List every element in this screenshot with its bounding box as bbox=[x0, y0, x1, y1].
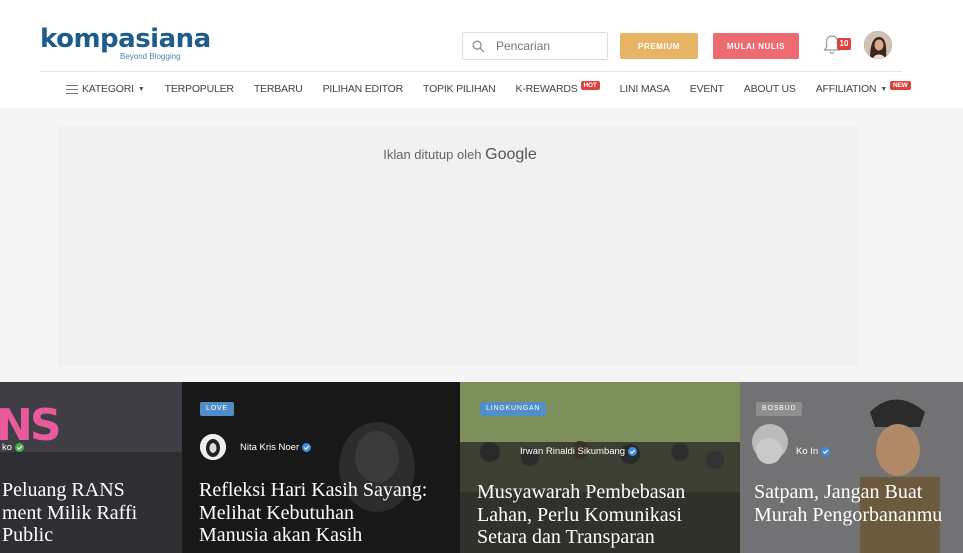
ad-closed-label: Iklan ditutup oleh bbox=[383, 147, 482, 162]
author-name: Irwan Rinaldi Sikumbang bbox=[520, 445, 626, 457]
logo-wordmark: kompasiana bbox=[40, 24, 211, 54]
author-avatar bbox=[480, 438, 506, 464]
new-badge: NEW bbox=[890, 80, 911, 90]
nav-label: PILIHAN EDITOR bbox=[322, 83, 404, 95]
header-divider bbox=[40, 71, 902, 72]
search-icon bbox=[472, 40, 485, 52]
verified-icon bbox=[628, 446, 638, 456]
featured-card-hari-kasih-sayang[interactable]: LOVE Nita Kris Noer Refleksi Hari Kasih … bbox=[182, 382, 460, 553]
nav-item-terpopuler[interactable]: TERPOPULER bbox=[165, 83, 234, 95]
nav-item-k-rewards[interactable]: K-REWARDS HOT bbox=[515, 80, 600, 95]
caret-down-icon: ▼ bbox=[137, 85, 145, 93]
hamburger-icon bbox=[66, 84, 78, 94]
nav-label: TERBARU bbox=[253, 83, 303, 95]
card-title[interactable]: Musyawarah Pembebasan Lahan, Perlu Komun… bbox=[477, 481, 685, 549]
verified-icon bbox=[302, 442, 312, 452]
author-name: Nita Kris Noer bbox=[240, 441, 300, 453]
category-tag[interactable]: LINGKUNGAN bbox=[480, 402, 547, 416]
title-line: Murah Pengorbananmu bbox=[754, 503, 943, 526]
title-line: Musyawarah Pembebasan bbox=[477, 481, 686, 503]
premium-button[interactable]: PREMIUM bbox=[620, 33, 698, 59]
card-author[interactable]: Irwan Rinaldi Sikumbang bbox=[480, 438, 638, 464]
author-avatar bbox=[756, 438, 782, 464]
nav-item-topik-pilihan[interactable]: TOPIK PILIHAN bbox=[423, 83, 496, 95]
notification-badge: 10 bbox=[837, 38, 851, 50]
title-line: Public bbox=[2, 524, 54, 546]
nav-label: KATEGORI bbox=[82, 83, 134, 95]
featured-card-rans[interactable]: NS ko Peluang RANS ment Milik Raffi Publ… bbox=[0, 382, 182, 553]
start-writing-button[interactable]: MULAI NULIS bbox=[713, 33, 799, 59]
nav-label: TOPIK PILIHAN bbox=[423, 83, 496, 95]
author-name: Ko In bbox=[796, 445, 819, 457]
site-logo[interactable]: kompasiana Beyond Blogging bbox=[40, 24, 211, 61]
author-avatar bbox=[200, 434, 226, 460]
card-author: ko bbox=[2, 442, 25, 453]
title-line: Melihat Kebutuhan bbox=[199, 501, 354, 524]
title-line: Setara dan Transparan bbox=[477, 526, 655, 548]
category-tag[interactable]: BOSBUD bbox=[756, 402, 803, 416]
card-title[interactable]: Peluang RANS ment Milik Raffi Public bbox=[2, 479, 137, 547]
verified-icon bbox=[15, 443, 25, 452]
ad-closed-text: Iklan ditutup oleh Google bbox=[0, 146, 920, 164]
nav-item-lini-masa[interactable]: LINI MASA bbox=[620, 83, 670, 95]
google-wordmark: Google bbox=[485, 146, 537, 163]
nav-item-about-us[interactable]: ABOUT US bbox=[744, 83, 796, 95]
nav-label: LINI MASA bbox=[619, 83, 670, 95]
nav-item-pilihan-editor[interactable]: PILIHAN EDITOR bbox=[322, 83, 404, 95]
title-line: ment Milik Raffi bbox=[2, 501, 138, 524]
title-line: Peluang RANS bbox=[2, 479, 125, 501]
user-avatar[interactable] bbox=[864, 31, 892, 59]
category-tag[interactable]: LOVE bbox=[200, 402, 234, 416]
author-name: ko bbox=[2, 442, 13, 453]
nav-item-event[interactable]: EVENT bbox=[690, 83, 724, 95]
card-author[interactable]: Nita Kris Noer bbox=[200, 434, 312, 460]
nav-label: ABOUT US bbox=[743, 83, 796, 95]
nav-label: EVENT bbox=[689, 83, 724, 95]
title-line: Lahan, Perlu Komunikasi bbox=[477, 503, 682, 526]
card-title[interactable]: Satpam, Jangan Buat Murah Pengorbananmu bbox=[754, 481, 942, 526]
title-line: Satpam, Jangan Buat bbox=[754, 481, 923, 503]
card-author[interactable]: Ko In bbox=[756, 438, 831, 464]
main-nav: KATEGORI ▼ TERPOPULER TERBARU PILIHAN ED… bbox=[66, 80, 931, 98]
featured-card-musyawarah[interactable]: LINGKUNGAN Irwan Rinaldi Sikumbang Musya… bbox=[460, 382, 740, 553]
title-line: Refleksi Hari Kasih Sayang: bbox=[199, 479, 428, 501]
nav-item-kategori[interactable]: KATEGORI ▼ bbox=[66, 83, 145, 95]
search-box[interactable] bbox=[462, 32, 608, 60]
nav-item-affiliation[interactable]: AFFILIATION ▼ NEW bbox=[815, 80, 911, 95]
nav-label: AFFILIATION bbox=[815, 83, 877, 95]
logo-tagline: Beyond Blogging bbox=[120, 52, 181, 61]
title-line: Manusia akan Kasih bbox=[199, 524, 363, 546]
verified-icon bbox=[821, 446, 831, 456]
nav-label: K-REWARDS bbox=[515, 83, 578, 95]
featured-carousel: NS ko Peluang RANS ment Milik Raffi Publ… bbox=[0, 382, 963, 553]
search-input[interactable] bbox=[496, 39, 596, 53]
featured-card-satpam[interactable]: BOSBUD Ko In Satpam, Jangan Buat Murah P… bbox=[740, 382, 963, 553]
card-title[interactable]: Refleksi Hari Kasih Sayang: Melihat Kebu… bbox=[199, 479, 427, 547]
site-header: kompasiana Beyond Blogging PREMIUM MULAI… bbox=[0, 0, 963, 108]
hot-badge: HOT bbox=[580, 80, 600, 90]
nav-item-terbaru[interactable]: TERBARU bbox=[254, 83, 303, 95]
caret-down-icon: ▼ bbox=[880, 85, 888, 93]
nav-label: TERPOPULER bbox=[164, 83, 234, 95]
